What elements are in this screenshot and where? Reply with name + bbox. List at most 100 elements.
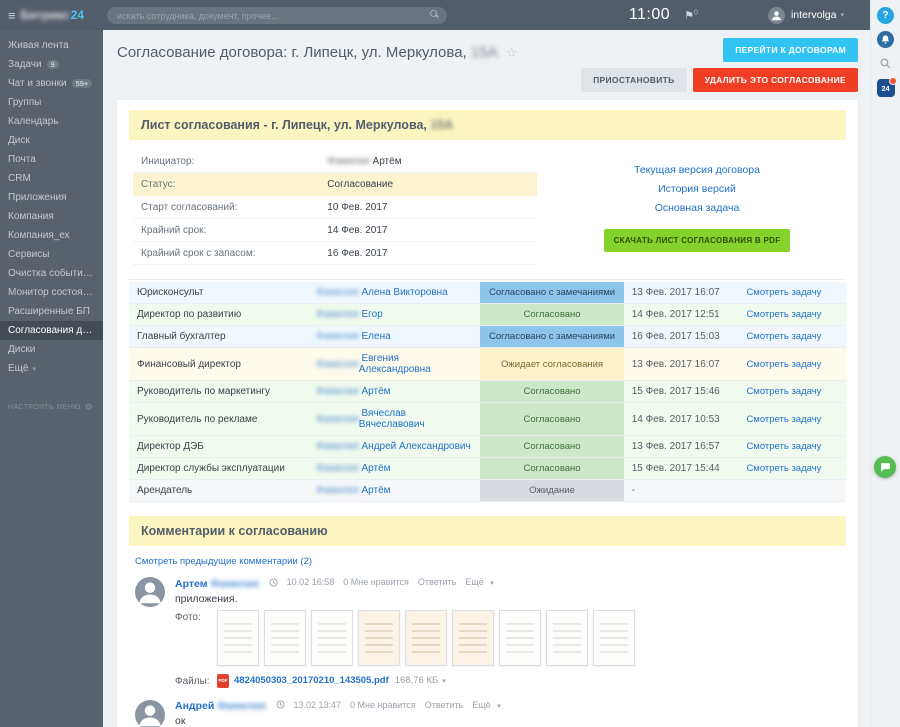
table-row: Главный бухгалтер Фамилия Елена Согласован…	[129, 326, 846, 348]
approver-name[interactable]: Фамилия Егор	[308, 304, 480, 325]
delete-approval-button[interactable]: УДАЛИТЬ ЭТО СОГЛАСОВАНИЕ	[692, 68, 858, 92]
view-task-link[interactable]: Смотреть задачу	[746, 441, 821, 452]
approver-name[interactable]: Фамилия Артём	[308, 480, 480, 501]
sidebar-item[interactable]: Расширенные БП	[0, 302, 103, 321]
sidebar-item-label: Компания	[8, 211, 54, 222]
chevron-down-icon: ▾	[497, 702, 501, 710]
favorite-star-icon[interactable]: ☆	[506, 45, 518, 60]
status-badge: Согласовано	[480, 304, 624, 325]
photo-thumbnail[interactable]	[452, 609, 494, 666]
approver-role: Директор ДЭБ	[137, 441, 204, 452]
document-link[interactable]: История версий	[592, 183, 802, 195]
hidden-text: Фамилия	[316, 413, 359, 425]
approver-name[interactable]: Фамилия Алена Викторовна	[308, 282, 480, 303]
user-menu[interactable]: intervolga ▾	[767, 6, 844, 24]
app-logo[interactable]: ≡ Битрикс 24	[0, 8, 103, 23]
more-link[interactable]: Ещё ▾	[465, 577, 493, 587]
approver-name[interactable]: Фамилия Артём	[308, 458, 480, 479]
comment-author-avatar[interactable]	[135, 577, 165, 607]
like-link[interactable]: 0 Мне нравится	[350, 700, 416, 710]
approver-role: Руководитель по маркетингу	[137, 386, 271, 397]
sidebar-item[interactable]: Очистка событий поль...	[0, 264, 103, 283]
chevron-down-icon: ▾	[32, 365, 36, 373]
sidebar-item[interactable]: Монитор состояния	[0, 283, 103, 302]
view-task-link[interactable]: Смотреть задачу	[746, 331, 821, 342]
view-task-link[interactable]: Смотреть задачу	[746, 463, 821, 474]
help-button[interactable]: ?	[877, 7, 894, 24]
approver-name[interactable]: Фамилия Артём	[308, 381, 480, 402]
field-row: Крайний срок с запасом: 16 Фев. 2017	[133, 242, 538, 265]
file-link[interactable]: 4824050303_20170210_143505.pdf	[234, 675, 389, 686]
download-pdf-button[interactable]: СКАЧАТЬ ЛИСТ СОГЛАСОВАНИЯ В PDF	[603, 229, 791, 252]
flag-icon[interactable]: ⚑0	[684, 9, 698, 22]
sidebar-item[interactable]: Чат и звонки 59+	[0, 74, 103, 93]
bitrix24-app-icon[interactable]: 24	[876, 77, 897, 97]
notifications-bell-icon[interactable]	[877, 31, 894, 48]
field-label: Старт согласований:	[141, 201, 238, 213]
chevron-down-icon[interactable]: ▾	[442, 677, 446, 685]
view-task-link[interactable]: Смотреть задачу	[746, 309, 821, 320]
photo-thumbnail[interactable]	[546, 609, 588, 666]
sidebar-item[interactable]: Диск	[0, 131, 103, 150]
sidebar-item[interactable]: Сервисы	[0, 245, 103, 264]
configure-menu-button[interactable]: НАСТРОИТЬ МЕНЮ ⚙	[0, 396, 103, 419]
photo-thumbnail[interactable]	[499, 609, 541, 666]
view-task-link[interactable]: Смотреть задачу	[746, 386, 821, 397]
sidebar-item[interactable]: Приложения	[0, 188, 103, 207]
view-task-link[interactable]: Смотреть задачу	[746, 359, 821, 370]
global-search	[107, 6, 447, 25]
approver-name[interactable]: Фамилия Евгения Александровна	[308, 348, 480, 380]
sidebar-item[interactable]: Группы	[0, 93, 103, 112]
approval-action: Смотреть задачу	[738, 403, 846, 435]
sidebar-item-label: Диски	[8, 344, 36, 355]
approver-name[interactable]: Фамилия Андрей Александрович	[308, 436, 480, 457]
configure-menu-label: НАСТРОИТЬ МЕНЮ	[8, 404, 81, 411]
sidebar-item[interactable]: Ещё ▾	[0, 359, 103, 378]
sidebar-item[interactable]: Живая лента	[0, 36, 103, 55]
more-link[interactable]: Ещё ▾	[472, 700, 500, 710]
sidebar-item[interactable]: Почта	[0, 150, 103, 169]
clock-icon	[269, 577, 278, 587]
comment-author[interactable]: Андрей Фамилия	[175, 700, 266, 712]
sidebar-item[interactable]: Согласования договор...	[0, 321, 103, 340]
approver-name[interactable]: Фамилия Вячеслав Вячеславович	[308, 403, 480, 435]
search-input[interactable]	[107, 7, 447, 25]
photo-thumbnail[interactable]	[264, 609, 306, 666]
like-link[interactable]: 0 Мне нравится	[343, 577, 409, 587]
comment-author-avatar[interactable]	[135, 699, 165, 727]
reply-link[interactable]: Ответить	[418, 577, 456, 587]
sidebar-item[interactable]: Компания	[0, 207, 103, 226]
sidebar-item[interactable]: CRM	[0, 169, 103, 188]
support-chat-button[interactable]	[874, 456, 896, 478]
sheet-info: Инициатор: Фамилия Артём Статус: Согласован…	[129, 140, 846, 269]
reply-link[interactable]: Ответить	[425, 700, 463, 710]
search-icon[interactable]	[877, 55, 894, 72]
previous-comments-link[interactable]: Смотреть предыдущие комментарии (2)	[135, 556, 840, 567]
sidebar-item[interactable]: Задачи 9	[0, 55, 103, 74]
photo-thumbnail[interactable]	[217, 609, 259, 666]
comment-author[interactable]: Артем Фамилия	[175, 578, 259, 590]
view-task-link[interactable]: Смотреть задачу	[746, 414, 821, 425]
comments-section: Смотреть предыдущие комментарии (2) Арте…	[129, 546, 846, 727]
document-link[interactable]: Основная задача	[592, 202, 802, 214]
photo-thumbnail[interactable]	[593, 609, 635, 666]
approver-name[interactable]: Фамилия Елена	[308, 326, 480, 347]
clock-icon	[275, 700, 285, 709]
sidebar-item[interactable]: Диски	[0, 340, 103, 359]
approval-date: 16 Фев. 2017 15:03	[631, 331, 720, 342]
pause-button[interactable]: ПРИОСТАНОВИТЬ	[581, 68, 687, 92]
hidden-text: Фамилия	[217, 700, 266, 712]
view-task-link[interactable]: Смотреть задачу	[746, 287, 821, 298]
photo-thumbnail[interactable]	[358, 609, 400, 666]
search-icon[interactable]	[430, 9, 437, 17]
document-link[interactable]: Текущая версия договора	[592, 164, 802, 176]
approver-role: Арендатель	[137, 485, 193, 496]
menu-icon[interactable]: ≡	[8, 8, 16, 23]
sidebar-item[interactable]: Компания_ех	[0, 226, 103, 245]
sidebar-item[interactable]: Календарь	[0, 112, 103, 131]
sidebar-item-label: CRM	[8, 173, 31, 184]
photo-thumbnail[interactable]	[405, 609, 447, 666]
photo-thumbnail[interactable]	[311, 609, 353, 666]
goto-contracts-button[interactable]: ПЕРЕЙТИ К ДОГОВОРАМ	[723, 38, 858, 62]
field-value: Фамилия Артём	[327, 155, 402, 167]
